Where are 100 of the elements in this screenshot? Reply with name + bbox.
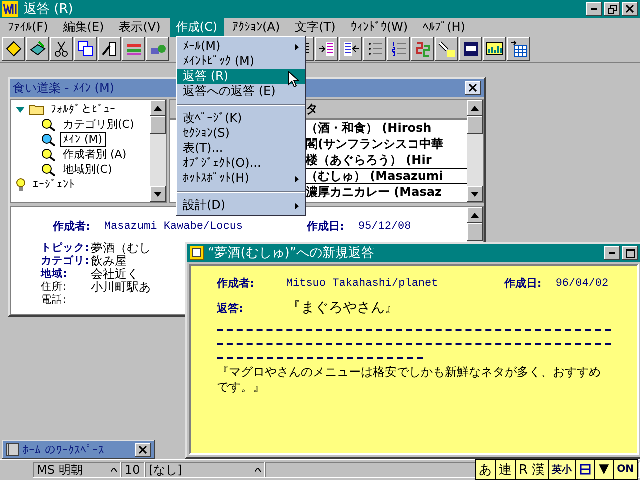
restore-button[interactable]: [604, 2, 620, 16]
ime-button[interactable]: 英小: [549, 460, 576, 479]
toolbar-button[interactable]: [387, 37, 410, 61]
indent-icon: [318, 40, 336, 58]
toolbar-button[interactable]: [2, 37, 25, 61]
folder-icon: [29, 104, 45, 116]
subject-field[interactable]: 『まぐろやさん』: [287, 299, 399, 317]
field-label: 返答:: [217, 300, 244, 316]
toolbar-button[interactable]: [435, 37, 458, 61]
view-row[interactable]: （むしゅ） (Masazumi: [306, 168, 467, 184]
tree-item[interactable]: ﾌｫﾙﾀﾞとﾋﾞｭｰ: [48, 102, 119, 117]
numbered-list-icon: [390, 40, 408, 58]
ime-button[interactable]: [576, 460, 594, 479]
minimize-button[interactable]: [586, 2, 602, 16]
menu-item[interactable]: ｵﾌﾞｼﾞｪｸﾄ(O)...: [177, 156, 305, 171]
scrollbar[interactable]: [467, 100, 483, 202]
maximize-button[interactable]: [622, 246, 638, 260]
menu-item[interactable]: ﾌｧｲﾙ(F): [2, 19, 54, 35]
outdent-icon: [342, 40, 360, 58]
field-label: 作成者:: [217, 276, 254, 291]
view-row[interactable]: （酒・和食） (Hirosh: [306, 120, 467, 136]
toolbar-button[interactable]: [315, 37, 338, 61]
toolbar-button[interactable]: [363, 37, 386, 61]
field-value: 飲み屋: [91, 255, 127, 268]
ime-button[interactable]: ▼: [595, 460, 614, 479]
menu-item[interactable]: 改ﾍﾟｰｼﾞ(K): [177, 111, 305, 126]
toolbar-button[interactable]: [50, 37, 73, 61]
ime-button[interactable]: あ: [476, 460, 495, 479]
table-icon: [510, 40, 528, 58]
menu-item[interactable]: 編集(E): [57, 18, 110, 36]
toolbar-button[interactable]: [122, 37, 145, 61]
tree-item[interactable]: 作成者別 (A): [60, 146, 130, 163]
chart-icon: [486, 40, 504, 58]
field-label: 作成日:: [504, 276, 542, 291]
lightbulb-icon: [15, 178, 27, 192]
toolbar-button[interactable]: [339, 37, 362, 61]
ime-button[interactable]: 連: [496, 460, 515, 479]
close-button[interactable]: [135, 442, 151, 456]
tree-item[interactable]: カテゴリ別(C): [60, 116, 138, 133]
toolbar-button[interactable]: [411, 37, 434, 61]
tree-item[interactable]: ﾒｲﾝ (M): [60, 132, 106, 147]
menu-item[interactable]: ｱｸｼｮﾝ(A): [226, 19, 286, 35]
toolbar-button[interactable]: [146, 37, 169, 61]
menu-item[interactable]: ﾒｲﾝﾄﾋﾟｯｸ (M): [177, 54, 305, 69]
tree-item[interactable]: 地域別(C): [60, 161, 116, 178]
expand-triangle-icon[interactable]: [15, 104, 26, 114]
scrollbar[interactable]: [467, 207, 483, 243]
toolbar-button[interactable]: [507, 37, 530, 61]
minimize-icon: [591, 8, 597, 10]
close-button[interactable]: [622, 2, 638, 16]
field-value: 夢酒（むし: [91, 242, 151, 255]
view-row[interactable]: 濃厚カニカレー (Masaz: [306, 184, 467, 200]
up-arrow-icon: [471, 106, 479, 110]
body-text[interactable]: 『マグロやさんのメニューは格安でしかも新鮮なネタが多く、おすすめです。』: [217, 365, 611, 395]
scrollbar[interactable]: [150, 100, 166, 202]
menu-item[interactable]: 作成(C): [170, 18, 224, 36]
field-label: 作成日:: [307, 219, 344, 234]
view-row[interactable]: 閣(サンフランシスコ中華: [306, 136, 467, 152]
menu-item[interactable]: ﾍﾙﾌﾟ(H): [417, 19, 472, 35]
toolbar-button[interactable]: [26, 37, 49, 61]
ime-button[interactable]: ON: [614, 460, 638, 479]
toolbar-button[interactable]: [98, 37, 121, 61]
menu-item[interactable]: 設計(D): [177, 198, 305, 213]
toolbar-button[interactable]: [483, 37, 506, 61]
maximize-icon: [626, 248, 634, 258]
box-icon: [580, 464, 591, 475]
close-button[interactable]: [465, 81, 481, 95]
scrollbar-thumb[interactable]: [150, 116, 166, 134]
app-icon: [2, 1, 18, 17]
tree-item[interactable]: ｴｰｼﾞｪﾝﾄ: [30, 177, 78, 192]
menu-item[interactable]: ﾒｰﾙ(M): [177, 39, 305, 54]
menu-item[interactable]: 表示(V): [113, 18, 167, 36]
window-title: ﾎｰﾑ のﾜｰｸｽﾍﾟｰｽ: [23, 442, 105, 456]
toolbar-button[interactable]: [74, 37, 97, 61]
field-label: 電話:: [41, 294, 68, 307]
menu-item[interactable]: 返答への返答 (E): [177, 84, 305, 99]
toolbar-button[interactable]: [459, 37, 482, 61]
date-value: 95/12/08: [358, 220, 412, 232]
ime-button[interactable]: R 漢: [516, 460, 548, 479]
column-header[interactable]: タ: [306, 100, 318, 118]
window-title: 食い道楽 - ﾒｲﾝ (M): [13, 80, 114, 96]
up-arrow-icon: [154, 106, 162, 110]
minimize-button[interactable]: [604, 246, 620, 260]
author-value: Masazumi Kawabe/Locus: [104, 220, 244, 232]
scrollbar-thumb[interactable]: [467, 223, 483, 241]
caret-icon[interactable]: [255, 468, 261, 472]
restore-icon: [608, 4, 616, 14]
menu-item[interactable]: ﾎｯﾄｽﾎﾟｯﾄ(H): [177, 171, 305, 186]
menu-item[interactable]: ｳｨﾝﾄﾞｳ(W): [344, 19, 414, 35]
view-row[interactable]: 楼（あぐらろう） (Hir: [306, 152, 467, 168]
menu-item[interactable]: ｾｸｼｮﾝ(S): [177, 126, 305, 141]
menu-item[interactable]: 表(T)...: [177, 141, 305, 156]
magnifier-icon: [41, 118, 57, 132]
window-title: 返答 (R): [24, 1, 74, 18]
magnifier-icon: [41, 162, 57, 176]
author-value: Mitsuo Takahashi/planet: [286, 278, 440, 290]
caret-icon[interactable]: [111, 468, 117, 472]
minimized-window[interactable]: ﾎｰﾑ のﾜｰｸｽﾍﾟｰｽ: [2, 440, 155, 459]
menu-item[interactable]: 文字(T): [289, 18, 342, 36]
scrollbar-thumb[interactable]: [467, 116, 483, 134]
